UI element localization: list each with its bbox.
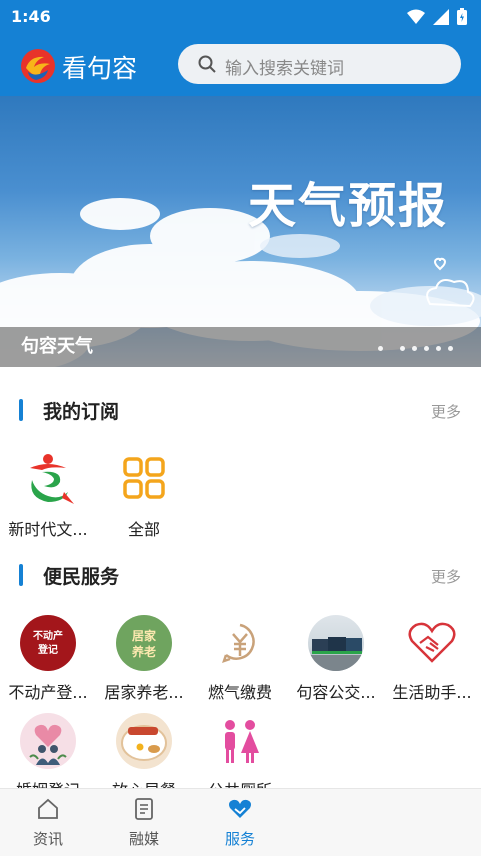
battery-icon xyxy=(457,8,467,25)
svg-text:登记: 登记 xyxy=(37,643,58,656)
carousel-dot[interactable] xyxy=(436,346,441,351)
nav-item-services[interactable]: 服务 xyxy=(192,797,288,849)
carousel-dot[interactable] xyxy=(448,346,453,351)
home-icon xyxy=(38,798,58,819)
search-input[interactable]: 输入搜索关键词 xyxy=(178,44,461,84)
bottom-nav: 资讯 融媒 服务 xyxy=(0,788,481,856)
section-accent-bar xyxy=(19,399,23,421)
banner-headline: 天气预报 xyxy=(248,178,449,234)
svg-text:养老: 养老 xyxy=(131,644,156,659)
real-estate-icon: 不动产 登记 xyxy=(20,615,76,671)
subscription-item-new-era[interactable]: 新时代文... xyxy=(0,452,96,540)
wifi-icon xyxy=(407,9,425,24)
grid-icon xyxy=(116,452,172,508)
signal-icon xyxy=(433,8,449,25)
carousel-indicator xyxy=(378,346,453,351)
app-header: 看句容 输入搜索关键词 xyxy=(0,34,481,96)
search-icon xyxy=(198,55,216,73)
service-item-life-helper[interactable]: 生活助手... xyxy=(384,615,480,703)
heart-hands-icon xyxy=(229,799,251,818)
svg-text:居家: 居家 xyxy=(132,628,157,643)
carousel-dot[interactable] xyxy=(400,346,405,351)
services-header: 便民服务 xyxy=(19,563,120,588)
subscriptions-title: 我的订阅 xyxy=(43,400,120,423)
services-more-link[interactable]: 更多 xyxy=(431,566,461,587)
new-era-logo-icon xyxy=(20,452,76,508)
app-logo-icon xyxy=(21,49,55,83)
elderly-care-icon: 居家 养老 xyxy=(116,615,172,671)
service-item-label: 生活助手... xyxy=(392,683,472,702)
handshake-heart-icon xyxy=(404,615,460,671)
nav-item-news[interactable]: 资讯 xyxy=(0,797,96,849)
yuan-payment-icon xyxy=(212,615,268,671)
wedding-icon xyxy=(20,713,76,769)
subscription-item-all[interactable]: 全部 xyxy=(96,452,192,540)
search-placeholder: 输入搜索关键词 xyxy=(225,59,344,79)
breakfast-icon xyxy=(116,713,172,769)
banner-carousel[interactable]: 天气预报 句容天气 xyxy=(0,96,481,367)
service-item-gas-payment[interactable]: 燃气缴费 xyxy=(192,615,288,703)
carousel-dot[interactable] xyxy=(424,346,429,351)
service-item-bus[interactable]: 句容公交... xyxy=(288,615,384,703)
system-icons xyxy=(407,8,467,25)
subscriptions-header: 我的订阅 xyxy=(19,398,120,423)
status-bar: 1:46 xyxy=(0,0,481,34)
restroom-icon xyxy=(212,713,268,769)
nav-item-label: 资讯 xyxy=(32,830,63,848)
bus-photo-icon xyxy=(308,615,364,671)
subscription-item-label: 新时代文... xyxy=(8,520,88,539)
carousel-dot[interactable] xyxy=(378,346,383,351)
banner-caption: 句容天气 xyxy=(21,336,93,357)
document-icon xyxy=(135,798,153,820)
subscription-item-label: 全部 xyxy=(127,520,160,539)
service-item-label: 句容公交... xyxy=(296,683,376,702)
service-item-label: 居家养老... xyxy=(104,683,184,702)
carousel-dot[interactable] xyxy=(412,346,417,351)
nav-item-media[interactable]: 融媒 xyxy=(96,797,192,849)
nav-item-label: 服务 xyxy=(224,830,255,848)
subscriptions-more-link[interactable]: 更多 xyxy=(431,401,461,422)
service-item-label: 不动产登... xyxy=(8,683,88,702)
service-item-label: 燃气缴费 xyxy=(207,683,272,702)
svg-text:不动产: 不动产 xyxy=(33,629,63,642)
app-name: 看句容 xyxy=(62,54,138,83)
service-item-elderly-care[interactable]: 居家 养老 居家养老... xyxy=(96,615,192,703)
nav-item-label: 融媒 xyxy=(128,830,159,848)
section-accent-bar xyxy=(19,564,23,586)
service-item-real-estate[interactable]: 不动产 登记 不动产登... xyxy=(0,615,96,703)
services-title: 便民服务 xyxy=(43,565,120,588)
status-time: 1:46 xyxy=(11,7,51,26)
